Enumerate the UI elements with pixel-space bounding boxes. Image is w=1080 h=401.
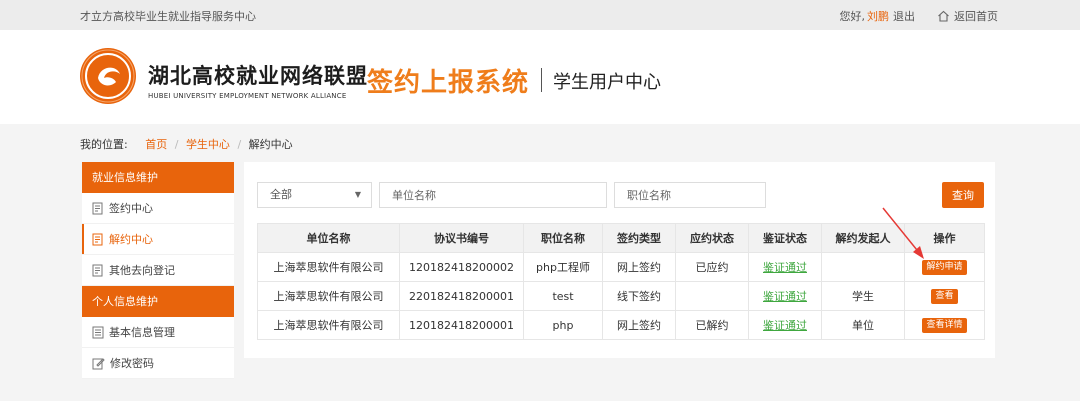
sidebar-item-label: 解约中心 bbox=[109, 232, 153, 246]
cancel-apply-button[interactable]: 解约申请 bbox=[922, 260, 967, 275]
sidebar: 就业信息维护 签约中心 解约中心 其他去向登记 个人信息维护 基本信息管理 修改… bbox=[82, 162, 234, 379]
response-status-cell: 已应约 bbox=[675, 252, 749, 282]
column-header: 操作 bbox=[904, 223, 985, 253]
query-button[interactable]: 查询 bbox=[942, 182, 984, 208]
status-filter-select[interactable]: 全部 ▼ bbox=[257, 182, 372, 208]
sign-type-cell: 网上签约 bbox=[602, 310, 676, 340]
initiator-cell bbox=[821, 252, 905, 282]
sidebar-item-label: 签约中心 bbox=[109, 201, 153, 215]
brand-english-name: HUBEI UNIVERSITY EMPLOYMENT NETWORK ALLI… bbox=[148, 92, 347, 100]
column-header: 单位名称 bbox=[257, 223, 400, 253]
site-name: 才立方高校毕业生就业指导服务中心 bbox=[80, 10, 256, 23]
system-title: 签约上报系统 bbox=[367, 68, 530, 98]
document-icon bbox=[92, 233, 103, 245]
greeting-text: 您好, bbox=[839, 10, 866, 23]
sidebar-item-label: 其他去向登记 bbox=[109, 263, 175, 277]
breadcrumb-label: 我的位置: bbox=[80, 138, 128, 151]
alliance-logo bbox=[80, 48, 136, 104]
table-row: 上海萃思软件有限公司 220182418200001 test 线下签约 鉴证通… bbox=[257, 281, 985, 311]
status-filter-value: 全部 bbox=[270, 188, 292, 201]
sign-type-cell: 网上签约 bbox=[602, 252, 676, 282]
contract-table: 单位名称 协议书编号 职位名称 签约类型 应约状态 鉴证状态 解约发起人 操作 … bbox=[257, 223, 985, 340]
column-header: 协议书编号 bbox=[399, 223, 524, 253]
document-icon bbox=[92, 202, 103, 214]
logout-link[interactable]: 退出 bbox=[893, 8, 915, 24]
sidebar-group-personal: 个人信息维护 bbox=[82, 286, 234, 317]
sidebar-item-sign-center[interactable]: 签约中心 bbox=[82, 193, 234, 224]
breadcrumb-separator: / bbox=[174, 138, 179, 151]
sign-type-cell: 线下签约 bbox=[602, 281, 676, 311]
brand-chinese-name: 湖北高校就业网络联盟 bbox=[148, 63, 368, 88]
agreement-number-cell: 220182418200001 bbox=[399, 281, 524, 311]
company-cell: 上海萃思软件有限公司 bbox=[257, 281, 400, 311]
column-header: 签约类型 bbox=[602, 223, 676, 253]
breadcrumb-home-link[interactable]: 首页 bbox=[145, 138, 167, 151]
breadcrumb-center-link[interactable]: 学生中心 bbox=[186, 138, 230, 151]
sidebar-item-label: 基本信息管理 bbox=[109, 325, 175, 339]
column-header: 职位名称 bbox=[523, 223, 603, 253]
sidebar-item-other-destination[interactable]: 其他去向登记 bbox=[82, 255, 234, 286]
home-link-label: 返回首页 bbox=[954, 10, 998, 23]
breadcrumb-separator: / bbox=[237, 138, 242, 151]
home-icon bbox=[938, 10, 949, 22]
initiator-cell: 学生 bbox=[821, 281, 905, 311]
top-bar-user-area: 您好, 刘鹏 退出 返回首页 bbox=[840, 8, 999, 24]
edit-icon bbox=[92, 357, 105, 369]
verify-status-link[interactable]: 鉴证通过 bbox=[763, 319, 807, 332]
home-link[interactable]: 返回首页 bbox=[937, 8, 998, 24]
top-bar: 才立方高校毕业生就业指导服务中心 您好, 刘鹏 退出 返回首页 bbox=[0, 0, 1080, 30]
response-status-cell: 已解约 bbox=[675, 310, 749, 340]
company-cell: 上海萃思软件有限公司 bbox=[257, 252, 400, 282]
breadcrumb-current: 解约中心 bbox=[248, 138, 293, 151]
verify-status-link[interactable]: 鉴证通过 bbox=[763, 290, 807, 303]
position-cell: php bbox=[523, 310, 603, 340]
position-name-input[interactable] bbox=[614, 182, 766, 208]
table-header-row: 单位名称 协议书编号 职位名称 签约类型 应约状态 鉴证状态 解约发起人 操作 bbox=[257, 223, 985, 253]
document-icon bbox=[92, 264, 103, 276]
verify-status-link[interactable]: 鉴证通过 bbox=[763, 261, 807, 274]
company-cell: 上海萃思软件有限公司 bbox=[257, 310, 400, 340]
breadcrumb: 我的位置: 首页 / 学生中心 / 解约中心 bbox=[80, 136, 293, 152]
verify-status-cell: 鉴证通过 bbox=[748, 310, 822, 340]
action-cell: 查看 bbox=[904, 281, 985, 311]
position-cell: test bbox=[523, 281, 603, 311]
view-details-button[interactable]: 查看详情 bbox=[922, 318, 967, 333]
header: 湖北高校就业网络联盟 HUBEI UNIVERSITY EMPLOYMENT N… bbox=[0, 30, 1080, 124]
initiator-cell: 单位 bbox=[821, 310, 905, 340]
action-cell: 解约申请 bbox=[904, 252, 985, 282]
position-cell: php工程师 bbox=[523, 252, 603, 282]
verify-status-cell: 鉴证通过 bbox=[748, 281, 822, 311]
column-header: 鉴证状态 bbox=[748, 223, 822, 253]
agreement-number-cell: 120182418200001 bbox=[399, 310, 524, 340]
response-status-cell bbox=[675, 281, 749, 311]
logo-emblem-icon bbox=[81, 49, 135, 103]
column-header: 解约发起人 bbox=[821, 223, 905, 253]
sidebar-item-basic-info[interactable]: 基本信息管理 bbox=[82, 317, 234, 348]
sidebar-item-label: 修改密码 bbox=[110, 356, 154, 370]
action-cell: 查看详情 bbox=[904, 310, 985, 340]
title-divider bbox=[541, 68, 542, 92]
sidebar-item-change-password[interactable]: 修改密码 bbox=[82, 348, 234, 379]
company-name-input[interactable] bbox=[379, 182, 607, 208]
table-row: 上海萃思软件有限公司 120182418200001 php 网上签约 已解约 … bbox=[257, 310, 985, 340]
caret-down-icon: ▼ bbox=[354, 190, 361, 199]
agreement-number-cell: 120182418200002 bbox=[399, 252, 524, 282]
sidebar-group-employment: 就业信息维护 bbox=[82, 162, 234, 193]
user-name-link[interactable]: 刘鹏 bbox=[867, 8, 889, 24]
sub-title: 学生用户中心 bbox=[553, 72, 661, 93]
view-button[interactable]: 查看 bbox=[931, 289, 958, 304]
main-content: 全部 ▼ 查询 单位名称 协议书编号 职位名称 签约类型 应约状态 鉴证状态 解… bbox=[244, 162, 995, 358]
verify-status-cell: 鉴证通过 bbox=[748, 252, 822, 282]
column-header: 应约状态 bbox=[675, 223, 749, 253]
list-icon bbox=[92, 326, 104, 338]
sidebar-item-cancel-center[interactable]: 解约中心 bbox=[82, 224, 234, 255]
table-row: 上海萃思软件有限公司 120182418200002 php工程师 网上签约 已… bbox=[257, 252, 985, 282]
